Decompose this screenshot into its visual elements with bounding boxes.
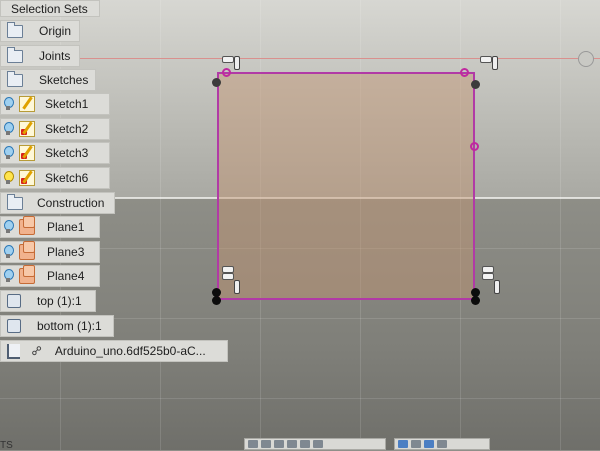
constraint-glyph-icon[interactable] [222, 266, 242, 294]
tree-item-label: Plane3 [47, 245, 85, 259]
sketch-warning-icon [19, 170, 35, 186]
sketch-warning-icon [19, 121, 35, 137]
tree-item-label: Sketch1 [45, 97, 89, 111]
tree-item-construction[interactable]: Construction [0, 192, 115, 214]
orbit-icon[interactable] [248, 440, 258, 448]
constraint-glyph-icon[interactable] [480, 56, 500, 70]
sketch-point[interactable] [460, 68, 469, 77]
tree-item-selection-sets[interactable]: Selection Sets [0, 0, 100, 17]
visibility-bulb-icon[interactable] [3, 220, 14, 234]
sketch-icon [19, 96, 35, 112]
visibility-bulb-icon[interactable] [3, 245, 14, 259]
display-toolbar [394, 438, 490, 450]
tree-item-joints[interactable]: Joints [0, 45, 80, 67]
constraint-pin-icon [482, 266, 494, 273]
constraint-stem-icon [234, 56, 240, 70]
plane-icon [19, 265, 35, 284]
constraint-glyph-icon[interactable] [222, 56, 242, 70]
body-icon [7, 294, 21, 308]
constraint-pin-icon [480, 56, 492, 63]
folder-icon [7, 21, 23, 38]
sketch-warning-icon [19, 145, 35, 161]
tree-item-label: Selection Sets [11, 1, 88, 16]
body-icon [7, 319, 21, 333]
folder-icon [7, 70, 23, 87]
fit-icon[interactable] [287, 440, 297, 448]
tree-item-label: Arduino_uno.6df525b0-aC... [54, 344, 206, 358]
tree-item-sketches[interactable]: Sketches [0, 69, 96, 91]
tree-item-body-bottom[interactable]: bottom (1):1 [0, 315, 114, 337]
orbit-handle-icon[interactable] [578, 51, 594, 67]
display-mode-icon[interactable] [398, 440, 408, 448]
constraint-stem-icon [494, 280, 500, 294]
visual-style-icon[interactable] [411, 440, 421, 448]
tree-item-label: top (1):1 [37, 294, 82, 308]
zoom-icon[interactable] [274, 440, 284, 448]
tree-item-label: Sketch2 [45, 122, 89, 136]
plane-icon [19, 241, 35, 260]
tree-item-plane1[interactable]: Plane1 [0, 216, 100, 238]
visibility-bulb-icon[interactable] [3, 97, 14, 111]
tree-item-label: Construction [37, 196, 105, 210]
sketch-profile-rectangle[interactable] [217, 72, 475, 300]
visibility-bulb-icon[interactable] [3, 146, 14, 160]
tree-item-label: Sketch6 [45, 171, 89, 185]
tree-item-label: Origin [39, 24, 72, 38]
folder-icon [7, 193, 23, 210]
visibility-bulb-icon[interactable] [3, 269, 14, 283]
constraint-stem-icon [234, 280, 240, 294]
tree-item-sketch2[interactable]: Sketch2 [0, 118, 110, 140]
grid-line [560, 0, 561, 450]
constraint-stem-icon [492, 56, 498, 70]
tree-item-origin[interactable]: Origin [0, 20, 80, 42]
constraint-glyph-icon[interactable] [482, 266, 502, 294]
component-icon [7, 343, 20, 359]
tree-item-label: Joints [39, 49, 71, 63]
sketch-point[interactable] [212, 78, 221, 87]
sketch-point[interactable] [212, 296, 221, 305]
constraint-pin-icon [222, 56, 234, 63]
tree-item-label: Plane1 [47, 220, 85, 234]
status-text: TS [0, 440, 13, 451]
tree-item-label: Sketch3 [45, 146, 89, 160]
viewports-icon[interactable] [437, 440, 447, 448]
tree-item-arduino-component[interactable]: ⚯ Arduino_uno.6df525b0-aC... [0, 340, 228, 362]
sketch-midpoint[interactable] [470, 142, 479, 151]
grid-line [0, 398, 600, 399]
constraint-pin-icon [222, 273, 234, 280]
tree-item-sketch3[interactable]: Sketch3 [0, 142, 110, 164]
look-at-icon[interactable] [300, 440, 310, 448]
sketch-point[interactable] [471, 296, 480, 305]
grid-settings-icon[interactable] [424, 440, 434, 448]
constraint-pin-icon [222, 266, 234, 273]
tree-item-label: bottom (1):1 [37, 319, 102, 333]
tree-item-label: Sketches [39, 73, 89, 87]
tree-item-body-top[interactable]: top (1):1 [0, 290, 96, 312]
pan-icon[interactable] [261, 440, 271, 448]
zoom-window-icon[interactable] [313, 440, 323, 448]
navigation-toolbar [244, 438, 386, 450]
grid-line [160, 0, 161, 450]
tree-item-sketch1[interactable]: Sketch1 [0, 93, 110, 115]
tree-item-label: Plane4 [47, 269, 85, 283]
constraint-pin-icon [482, 273, 494, 280]
x-axis-line [0, 58, 600, 59]
sketch-point[interactable] [471, 80, 480, 89]
plane-icon [19, 216, 35, 235]
visibility-bulb-icon[interactable] [3, 122, 14, 136]
tree-item-plane3[interactable]: Plane3 [0, 241, 100, 263]
tree-item-sketch6[interactable]: Sketch6 [0, 167, 110, 189]
visibility-bulb-icon[interactable] [3, 171, 14, 185]
tree-item-plane4[interactable]: Plane4 [0, 265, 100, 287]
folder-icon [7, 46, 23, 63]
